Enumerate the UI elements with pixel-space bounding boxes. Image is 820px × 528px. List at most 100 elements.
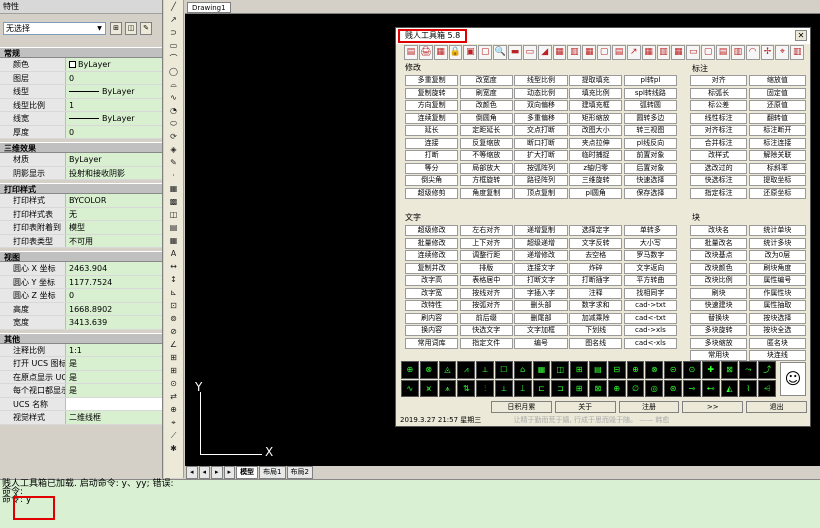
property-value[interactable]: 3413.639 xyxy=(66,316,162,329)
property-value[interactable]: 1668.8902 xyxy=(66,302,162,315)
tool-icon[interactable]: ▭ xyxy=(686,45,701,60)
dim-command-button[interactable]: 翻转值 xyxy=(748,112,806,124)
text-command-button[interactable]: 常用词库 xyxy=(405,337,459,349)
modify-command-button[interactable]: 弧转圆 xyxy=(623,100,677,111)
block-sample-icon[interactable]: ⊗ xyxy=(645,361,664,379)
property-value[interactable]: 是 xyxy=(66,357,162,370)
property-row[interactable]: 视觉样式 二维线框 xyxy=(0,411,162,425)
text-command-button[interactable]: 文字反转 xyxy=(569,237,623,249)
select-objects-button[interactable]: ◫ xyxy=(125,22,137,35)
close-button[interactable]: ✕ xyxy=(795,30,807,41)
block-sample-icon[interactable]: ⊙ xyxy=(682,361,701,379)
draw-tool-icon[interactable]: ⌒ xyxy=(164,52,183,65)
toolbox-button[interactable]: 关于 xyxy=(554,401,616,413)
dim-command-button[interactable]: 解除关联 xyxy=(748,150,806,161)
tool-icon[interactable]: 🖨 xyxy=(418,45,433,60)
text-command-button[interactable]: 炸碎 xyxy=(569,262,623,274)
text-command-button[interactable]: 快选文字 xyxy=(459,325,513,336)
property-value[interactable]: 2463.904 xyxy=(66,262,162,275)
tool-icon[interactable]: ▦ xyxy=(552,45,567,60)
block-sample-icon[interactable]: ⌇ xyxy=(739,379,758,397)
modify-command-button[interactable]: 保存选择 xyxy=(623,187,677,199)
block-sample-icon[interactable]: ∅ xyxy=(626,379,645,397)
property-value[interactable]: 是 xyxy=(66,384,162,397)
property-row[interactable]: 圆心 X 坐标 2463.904 xyxy=(0,262,162,276)
dim-command-button[interactable]: 缩放值 xyxy=(748,75,806,86)
block-sample-icon[interactable]: ⩙ xyxy=(419,379,438,397)
text-command-button[interactable]: 下划线 xyxy=(569,325,623,336)
text-command-button[interactable]: 刷内容 xyxy=(405,312,459,324)
modify-command-button[interactable]: 填充比例 xyxy=(569,87,623,99)
modify-command-button[interactable]: 等分 xyxy=(405,162,459,174)
modify-command-button[interactable]: 改图大小 xyxy=(569,125,623,136)
toolbox-button[interactable]: 注册 xyxy=(618,401,680,413)
text-command-button[interactable]: 改字高 xyxy=(405,275,459,286)
section-header[interactable]: 三维效果 xyxy=(0,142,162,153)
block-sample-icon[interactable]: ⊛ xyxy=(664,379,682,397)
modify-command-button[interactable]: 动态比例 xyxy=(514,87,568,99)
toolbox-button[interactable]: >> xyxy=(682,401,744,413)
property-row[interactable]: 圆心 Z 坐标 0 xyxy=(0,289,162,303)
block-sample-icon[interactable]: ⊠ xyxy=(588,379,607,397)
modify-command-button[interactable]: 断口打断 xyxy=(514,137,568,149)
draw-tool-icon[interactable]: ▭ xyxy=(164,39,183,52)
text-command-button[interactable]: 大小写 xyxy=(623,237,677,249)
block-sample-icon[interactable]: ◫ xyxy=(551,361,570,379)
dim-command-button[interactable]: 对齐标注 xyxy=(690,125,748,136)
modify-command-button[interactable]: 顶点复制 xyxy=(514,187,568,199)
property-value[interactable]: 0 xyxy=(66,125,162,138)
property-value[interactable]: 不可用 xyxy=(66,234,162,247)
dim-command-button[interactable]: 快选标注 xyxy=(690,175,748,186)
layout-tab[interactable]: ▸ xyxy=(223,466,236,479)
block-sample-icon[interactable]: ✚ xyxy=(701,361,720,379)
block-command-button[interactable]: 多块旋转 xyxy=(690,325,748,336)
command-window[interactable]: 贱人工具箱已加载. 启动命令: y、yy; 错误: 命令: 命令: y xyxy=(0,479,820,528)
block-sample-icon[interactable]: ▦ xyxy=(532,361,551,379)
dim-command-button[interactable]: 线性标注 xyxy=(690,112,748,124)
draw-tool-icon[interactable]: ▩ xyxy=(164,195,183,208)
property-value[interactable]: 是 xyxy=(66,370,162,383)
modify-command-button[interactable]: 多重偏移 xyxy=(514,112,568,124)
text-command-button[interactable]: 编号 xyxy=(514,337,568,349)
property-value[interactable]: 无 xyxy=(66,207,162,220)
modify-command-button[interactable]: 交点打断 xyxy=(514,125,568,136)
draw-tool-icon[interactable]: ◈ xyxy=(164,143,183,156)
draw-tool-icon[interactable]: ▦ xyxy=(164,182,183,195)
tool-icon[interactable]: 🔍 xyxy=(493,45,508,60)
tool-icon[interactable]: ↗ xyxy=(626,45,641,60)
text-command-button[interactable]: 复制并改 xyxy=(405,262,459,274)
modify-command-button[interactable]: 超级修剪 xyxy=(405,187,459,199)
modify-command-button[interactable]: pl圆角 xyxy=(569,187,623,199)
text-command-button[interactable]: 选择定字 xyxy=(569,225,623,236)
modify-command-button[interactable]: 延长 xyxy=(405,125,459,136)
draw-tool-icon[interactable]: ⌓ xyxy=(164,78,183,91)
property-value[interactable]: 模型 xyxy=(66,221,162,234)
draw-tool-icon[interactable]: ⊘ xyxy=(164,325,183,338)
block-sample-icon[interactable]: ⊠ xyxy=(720,361,739,379)
draw-tool-icon[interactable]: ✎ xyxy=(164,156,183,169)
block-sample-icon[interactable]: ⊝ xyxy=(664,361,682,379)
block-command-button[interactable]: 改块名 xyxy=(690,225,748,236)
modify-command-button[interactable]: 转三视图 xyxy=(623,125,677,136)
property-row[interactable]: 阴影显示 投射和接收阴影 xyxy=(0,166,162,180)
text-command-button[interactable]: 批量修改 xyxy=(405,237,459,249)
property-row[interactable]: 图层 0 xyxy=(0,71,162,85)
block-command-button[interactable]: 统计多块 xyxy=(748,237,806,249)
modify-command-button[interactable]: 方框旋转 xyxy=(459,175,513,186)
draw-tool-icon[interactable]: ⊚ xyxy=(164,312,183,325)
draw-tool-icon[interactable]: ◫ xyxy=(164,208,183,221)
selection-dropdown[interactable]: 无选择 ▼ xyxy=(3,22,106,35)
dim-command-button[interactable]: 标公差 xyxy=(690,100,748,111)
property-row[interactable]: 注释比例 1:1 xyxy=(0,343,162,357)
property-row[interactable]: UCS 名称 xyxy=(0,397,162,411)
modify-command-button[interactable]: pl线反向 xyxy=(623,137,677,149)
dim-command-button[interactable]: 对齐 xyxy=(690,75,748,86)
tool-icon[interactable]: ▥ xyxy=(567,45,582,60)
modify-command-button[interactable]: 前置对象 xyxy=(623,150,677,161)
property-value[interactable]: 1:1 xyxy=(66,343,162,356)
tool-icon[interactable]: ✢ xyxy=(760,45,775,60)
block-command-button[interactable]: 刷块角度 xyxy=(748,262,806,274)
property-value[interactable]: ByLayer xyxy=(66,112,162,125)
property-value[interactable]: 二维线框 xyxy=(66,411,162,424)
text-command-button[interactable]: 按弧对齐 xyxy=(459,300,513,311)
